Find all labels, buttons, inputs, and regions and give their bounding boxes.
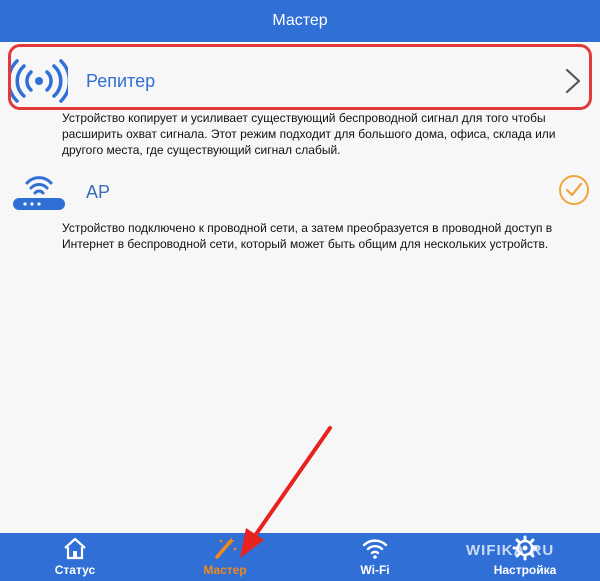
mode-list: Репитер Устройство копирует и усиливает … xyxy=(0,42,600,533)
tab-label-wifi: Wi-Fi xyxy=(360,563,390,577)
tab-label-status: Статус xyxy=(54,563,96,577)
tab-status[interactable]: Статус xyxy=(0,533,150,581)
mode-label-ap: AP xyxy=(86,181,111,202)
tab-label-master: Мастер xyxy=(203,563,247,577)
router-wifi-icon xyxy=(13,176,65,210)
tab-label-settings: Настройка xyxy=(493,563,557,577)
watermark: WIFIKA.RU xyxy=(466,542,555,559)
mode-description-repeater: Устройство копирует и усиливает существу… xyxy=(62,111,556,157)
mode-description-ap: Устройство подключено к проводной сети, … xyxy=(62,221,553,251)
check-circle-icon xyxy=(559,175,589,205)
header-bar: Мастер xyxy=(0,0,600,42)
tab-master[interactable]: Мастер xyxy=(150,533,300,581)
tab-wifi[interactable]: Wi-Fi xyxy=(300,533,450,581)
home-icon xyxy=(64,537,86,560)
page-title: Мастер xyxy=(272,12,328,29)
wifi-icon xyxy=(362,539,388,559)
magic-wand-icon xyxy=(215,537,237,559)
mode-option-ap[interactable]: AP xyxy=(0,162,600,222)
selection-highlight xyxy=(8,44,592,110)
